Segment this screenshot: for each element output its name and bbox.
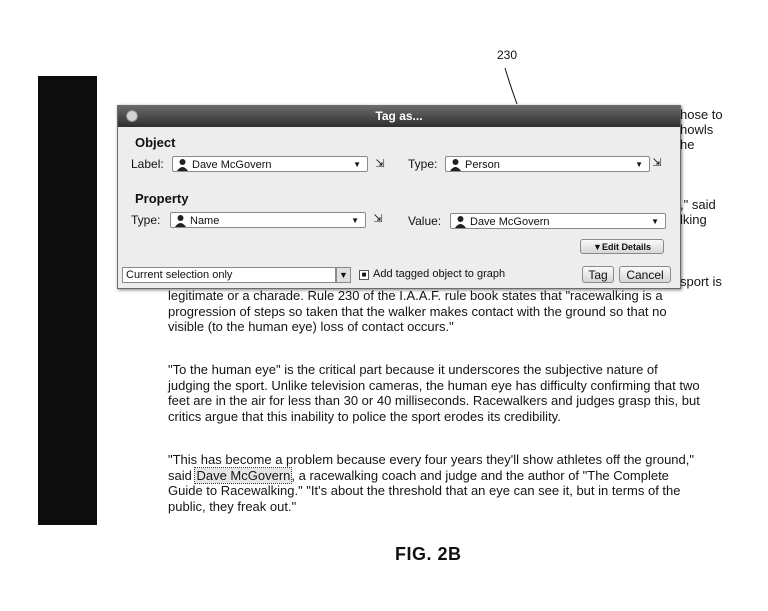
figure-caption: FIG. 2B — [395, 544, 462, 564]
doc-paragraph-2: "To the human eye" is the critical part … — [168, 362, 700, 424]
text-line: Guide to Racewalking." "It's about the t… — [168, 483, 681, 498]
text-line: "This has become a problem because every… — [168, 452, 694, 467]
edit-icon[interactable]: ⇲ — [371, 212, 385, 226]
doc-fragment: sport is — [680, 274, 722, 289]
text-line: progression of steps so taken that the w… — [168, 303, 667, 319]
tag-button[interactable]: Tag — [582, 266, 614, 283]
text-line: public, they freak out." — [168, 498, 297, 514]
dialog-titlebar[interactable]: Tag as... — [118, 106, 680, 127]
doc-fragment: he — [680, 137, 695, 152]
text-line: visible (to the human eye) loss of conta… — [168, 319, 454, 334]
object-label-combo[interactable]: Dave McGovern ▼ — [172, 156, 368, 172]
doc-paragraph-1: legitimate or a charade. Rule 230 of the… — [168, 288, 667, 335]
property-type-caption: Type: — [131, 213, 161, 227]
add-to-graph-checkbox[interactable]: ■ — [359, 270, 369, 280]
property-value-value: Dave McGovern — [470, 216, 550, 228]
add-to-graph-label: Add tagged object to graph — [373, 268, 506, 280]
tag-as-dialog: Tag as... Object Label: Dave McGovern ▼ … — [117, 105, 681, 289]
doc-fragment: howls — [680, 122, 714, 137]
object-type-value: Person — [465, 159, 500, 171]
scope-select[interactable]: Current selection only — [122, 267, 336, 283]
edit-details-button[interactable]: ▼Edit Details — [580, 239, 664, 254]
chevron-down-icon: ▼ — [351, 216, 359, 225]
text-line: legitimate or a charade. Rule 230 of the… — [168, 288, 663, 303]
property-type-value: Name — [190, 215, 220, 227]
text-line: said Dave McGovern, a racewalking coach … — [168, 466, 694, 484]
highlighted-selection[interactable]: Dave McGovern — [194, 466, 293, 484]
doc-fragment: hose to — [680, 107, 723, 122]
chevron-down-icon: ▼ — [353, 160, 361, 169]
text-line: critics argue that this inability to pol… — [168, 408, 561, 424]
doc-fragment: lking — [680, 212, 707, 227]
property-value-caption: Value: — [408, 214, 442, 228]
chevron-down-icon: ▼ — [651, 217, 659, 226]
object-label-value: Dave McGovern — [192, 159, 272, 171]
doc-paragraph-3: "This has become a problem because every… — [168, 452, 694, 514]
text-line: feet are in the air for less than 30 or … — [168, 393, 700, 408]
object-label-caption: Label: — [131, 157, 164, 171]
person-icon — [455, 216, 466, 228]
text-span: , a racewalking coach and judge and the … — [291, 467, 669, 483]
text-line: judging the sport. Unlike television cam… — [168, 377, 700, 393]
close-icon[interactable] — [126, 110, 138, 122]
edit-icon[interactable]: ⇲ — [373, 157, 387, 171]
person-icon — [450, 159, 461, 171]
text-line: "To the human eye" is the critical part … — [168, 362, 658, 377]
property-type-combo[interactable]: Name ▼ — [170, 212, 366, 228]
object-type-combo[interactable]: Person ▼ — [445, 156, 650, 172]
object-type-caption: Type: — [408, 157, 438, 171]
property-section-heading: Property — [135, 191, 189, 206]
text-span: said — [168, 467, 196, 483]
person-icon — [177, 159, 188, 171]
person-icon — [175, 215, 186, 227]
property-value-combo[interactable]: Dave McGovern ▼ — [450, 213, 666, 229]
chevron-down-icon[interactable]: ▼ — [336, 267, 351, 283]
cancel-button[interactable]: Cancel — [619, 266, 671, 283]
edit-icon[interactable]: ⇲ — [650, 156, 664, 170]
chevron-down-icon: ▼ — [635, 160, 643, 169]
doc-fragment: ," said — [680, 197, 716, 212]
object-section-heading: Object — [135, 135, 176, 150]
dialog-title: Tag as... — [375, 109, 423, 123]
